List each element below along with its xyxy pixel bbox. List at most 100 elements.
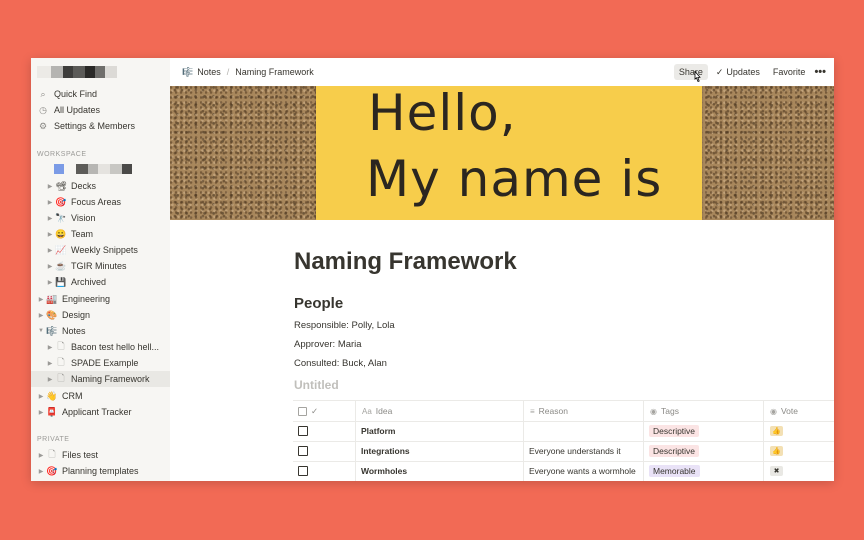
sidebar-item-notes[interactable]: ▼ 🎼 Notes	[31, 323, 170, 339]
idea-cell[interactable]: Platform	[361, 426, 395, 436]
expand-arrow-icon[interactable]: ▶	[45, 360, 55, 367]
sidebar-item-label: Vision	[71, 213, 96, 223]
sidebar-item-design[interactable]: ▶ 🎨 Design	[31, 307, 170, 323]
workspace-switcher[interactable]	[37, 66, 147, 78]
expand-arrow-icon[interactable]: ▶	[36, 452, 46, 459]
thumbs-up-icon[interactable]: 👍	[770, 446, 783, 456]
waving-hand-icon: 👋	[46, 390, 58, 401]
table-row[interactable]: Platform Descriptive 👍	[293, 421, 834, 442]
consulted-text[interactable]: Consulted: Buck, Alan	[294, 358, 387, 369]
table-header-row: ✓ Aa Idea ≡ Reason ◉ Tags ◉ Vote	[293, 400, 834, 422]
updates-button[interactable]: ✓ Updates	[711, 64, 765, 81]
sidebar-item-label: Engineering	[62, 294, 111, 304]
page-icon: 🗋	[48, 449, 56, 459]
favorite-button[interactable]: Favorite	[768, 64, 811, 80]
sidebar-item-applicant-tracker[interactable]: ▶ 📮 Applicant Tracker	[31, 404, 170, 420]
mailbox-icon: 📮	[46, 406, 58, 417]
tag-icon: ◉	[650, 406, 657, 416]
sidebar: ⌕ Quick Find ◷ All Updates ⚙ Settings & …	[31, 58, 170, 481]
expand-arrow-icon[interactable]: ▶	[36, 409, 46, 416]
table-row[interactable]: Integrations Everyone understands it Des…	[293, 441, 834, 462]
text-property-icon: Aa	[362, 406, 372, 416]
tags-column-header[interactable]: ◉ Tags	[643, 401, 764, 421]
row-checkbox[interactable]	[298, 446, 308, 456]
page-title[interactable]: Naming Framework	[294, 248, 517, 276]
workspace-root-item[interactable]	[31, 162, 170, 176]
sticky-note-image: Hello, My name is	[316, 86, 702, 220]
sidebar-item-crm[interactable]: ▶ 👋 CRM	[31, 388, 170, 404]
all-updates-item[interactable]: ◷ All Updates	[31, 102, 170, 118]
idea-cell[interactable]: Integrations	[361, 446, 410, 456]
database-title[interactable]: Untitled	[294, 378, 339, 392]
breadcrumb-naming-framework[interactable]: Naming Framework	[235, 67, 314, 77]
sidebar-item-weekly-snippets[interactable]: ▶ 📈 Weekly Snippets	[31, 242, 170, 258]
share-button[interactable]: Share	[673, 64, 708, 80]
collapse-arrow-icon[interactable]: ▼	[36, 328, 46, 334]
expand-arrow-icon[interactable]: ▶	[45, 183, 55, 190]
sidebar-item-team[interactable]: ▶ 😀 Team	[31, 226, 170, 242]
sidebar-item-decks[interactable]: ▶ 📽 Decks	[31, 178, 170, 194]
people-heading[interactable]: People	[294, 295, 343, 312]
sidebar-item-tgir-minutes[interactable]: ▶ ☕ TGIR Minutes	[31, 258, 170, 274]
tags-header-label: Tags	[660, 406, 679, 416]
approver-text[interactable]: Approver: Maria	[294, 339, 362, 350]
tag-pill[interactable]: Descriptive	[649, 445, 700, 457]
sidebar-item-bacon-test[interactable]: ▶ 🗋 Bacon test hello hell...	[31, 339, 170, 355]
page-cover[interactable]: Hello, My name is	[170, 86, 834, 220]
expand-arrow-icon[interactable]: ▶	[36, 393, 46, 400]
check-header-label: ✓	[311, 405, 319, 416]
expand-arrow-icon[interactable]: ▶	[45, 215, 55, 222]
reason-cell[interactable]: Everyone understands it	[529, 446, 621, 456]
expand-arrow-icon[interactable]: ▶	[36, 312, 46, 319]
music-score-icon: 🎼	[182, 66, 194, 77]
expand-arrow-icon[interactable]: ▶	[36, 468, 46, 475]
sidebar-item-focus-areas[interactable]: ▶ 🎯 Focus Areas	[31, 194, 170, 210]
expand-arrow-icon[interactable]: ▶	[45, 247, 55, 254]
tag-pill[interactable]: Memorable	[649, 465, 700, 477]
expand-arrow-icon[interactable]: ▶	[45, 376, 55, 383]
more-options-icon[interactable]: •••	[814, 66, 826, 78]
search-icon: ⌕	[40, 88, 46, 99]
lines-icon: ≡	[530, 406, 535, 416]
sidebar-item-archived[interactable]: ▶ 💾 Archived	[31, 274, 170, 290]
sidebar-item-files-test[interactable]: ▶ 🗋 Files test	[31, 447, 170, 463]
quick-find-item[interactable]: ⌕ Quick Find	[31, 86, 170, 102]
sidebar-item-label: Weekly Snippets	[71, 245, 138, 255]
tag-pill[interactable]: Descriptive	[649, 425, 700, 437]
vote-header-label: Vote	[780, 406, 799, 416]
expand-arrow-icon[interactable]: ▶	[36, 296, 46, 303]
idea-column-header[interactable]: Aa Idea	[355, 401, 524, 421]
quick-find-label: Quick Find	[54, 89, 98, 99]
expand-arrow-icon[interactable]: ▶	[45, 279, 55, 286]
projector-icon: 📽	[55, 180, 67, 191]
updates-label: Updates	[726, 66, 760, 77]
expand-arrow-icon[interactable]: ▶	[45, 199, 55, 206]
expand-arrow-icon[interactable]: ▶	[45, 231, 55, 238]
expand-arrow-icon[interactable]: ▶	[45, 344, 55, 351]
sidebar-item-planning-templates[interactable]: ▶ 🎯 Planning templates	[31, 463, 170, 479]
sidebar-item-naming-framework[interactable]: ▶ 🗋 Naming Framework	[31, 371, 170, 387]
table-row[interactable]: Wormholes Everyone wants a wormhole Memo…	[293, 461, 834, 481]
row-checkbox[interactable]	[298, 426, 308, 436]
responsible-text[interactable]: Responsible: Polly, Lola	[294, 320, 395, 331]
sidebar-item-label: Decks	[71, 181, 97, 191]
thumbs-up-icon[interactable]: 👍	[770, 426, 783, 436]
reason-cell[interactable]: Everyone wants a wormhole	[529, 466, 636, 476]
reason-column-header[interactable]: ≡ Reason	[523, 401, 644, 421]
cover-line-2: My name is	[366, 150, 663, 208]
row-checkbox[interactable]	[298, 466, 308, 476]
check-column-header[interactable]: ✓	[293, 401, 355, 421]
factory-icon: 🏭	[46, 293, 58, 304]
sidebar-item-vision[interactable]: ▶ 🔭 Vision	[31, 210, 170, 226]
sidebar-item-engineering[interactable]: ▶ 🏭 Engineering	[31, 291, 170, 307]
vote-column-header[interactable]: ◉ Vote	[763, 401, 834, 421]
sidebar-item-label: Team	[71, 229, 94, 239]
expand-arrow-icon[interactable]: ▶	[45, 263, 55, 270]
sidebar-item-spade-example[interactable]: ▶ 🗋 SPADE Example	[31, 355, 170, 371]
sidebar-item-label: Naming Framework	[71, 374, 150, 384]
workspace-section-label: WORKSPACE	[37, 151, 87, 158]
idea-cell[interactable]: Wormholes	[361, 466, 407, 476]
breadcrumb-notes[interactable]: Notes	[197, 67, 221, 77]
settings-members-item[interactable]: ⚙ Settings & Members	[31, 118, 170, 134]
close-icon[interactable]: ✖	[770, 466, 783, 476]
